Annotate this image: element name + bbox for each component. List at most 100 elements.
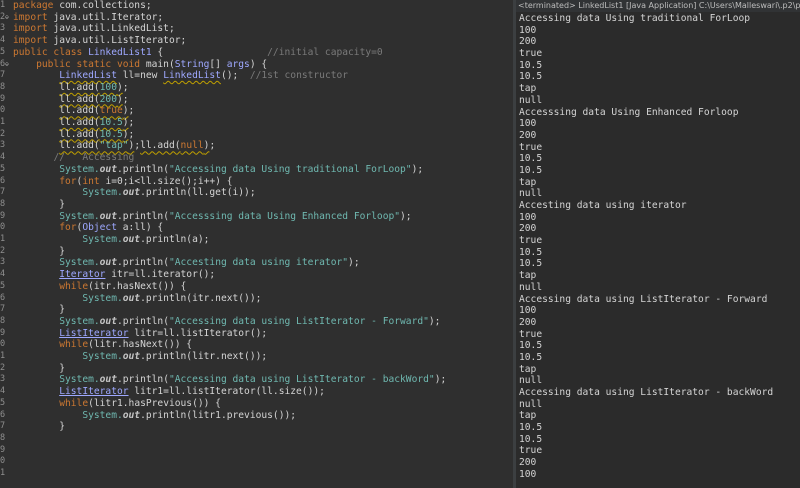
code-line[interactable]: import java.util.LinkedList; xyxy=(13,23,175,35)
code-token: System. xyxy=(82,292,123,304)
console-view[interactable]: <terminated> LinkedList1 [Java Applicati… xyxy=(516,0,800,488)
code-line[interactable]: ll.add(200); xyxy=(13,94,128,106)
line-number-text: 4 xyxy=(0,269,6,280)
code-line[interactable]: // Accessing xyxy=(13,152,134,164)
code-token: true xyxy=(99,105,123,117)
line-number: 7 xyxy=(0,421,12,433)
code-line[interactable]: LinkedList ll=new LinkedList(); //1st co… xyxy=(13,70,348,82)
line-number: 6 xyxy=(0,176,12,188)
code-token: public class xyxy=(13,46,89,58)
console-line: 10.5 xyxy=(519,164,543,176)
code-line[interactable]: System.out.println("Accesting data using… xyxy=(13,257,360,269)
code-line[interactable]: ll.add("tap");ll.add(null); xyxy=(13,140,215,152)
code-token: "tap" xyxy=(99,140,129,152)
fold-collapse-icon[interactable]: ⊖ xyxy=(5,14,9,21)
line-number-text: 0 xyxy=(0,339,6,350)
line-number: 8 xyxy=(0,316,12,328)
code-token: out xyxy=(99,163,117,175)
code-line[interactable]: System.out.println("Accesssing data Usin… xyxy=(13,210,411,223)
code-line[interactable]: ListIterator litr1=ll.listIterator(ll.si… xyxy=(13,386,325,398)
line-number: 3 xyxy=(0,23,12,35)
code-line[interactable]: while(itr.hasNext()) { xyxy=(13,281,186,293)
code-token: println(ll.get(i)); xyxy=(145,187,256,199)
code-line[interactable]: System.out.println(litr.next()); xyxy=(13,351,267,363)
code-token: out xyxy=(99,210,117,222)
code-token: } xyxy=(13,198,65,210)
line-number: 5 xyxy=(0,47,12,59)
code-line[interactable]: for(int i=0;i<ll.size();i++) { xyxy=(13,175,232,188)
code-line[interactable]: } xyxy=(13,421,65,433)
code-token: System. xyxy=(82,351,123,362)
code-line[interactable]: for(Object a:ll) { xyxy=(13,222,163,234)
code-token: //initial capacity=0 xyxy=(267,46,383,58)
code-token: println( xyxy=(122,374,169,386)
code-line[interactable]: System.out.println(itr.next()); xyxy=(13,293,261,305)
fold-collapse-icon[interactable]: ⊖ xyxy=(5,61,9,68)
code-line[interactable]: import java.util.ListIterator; xyxy=(13,35,186,47)
code-token: litr=ll.listIterator(); xyxy=(128,327,268,339)
code-token: ll=new xyxy=(116,70,164,82)
code-line[interactable]: } xyxy=(13,304,65,316)
line-number: 9 xyxy=(0,328,12,340)
line-number: 0 xyxy=(0,339,12,351)
code-token: "Accessing data Using traditional ForLoo… xyxy=(168,163,412,175)
code-line[interactable]: System.out.println("Accessing data using… xyxy=(13,316,440,328)
code-token: ); xyxy=(428,315,441,327)
code-line[interactable]: package com.collections; xyxy=(13,0,152,12)
code-token: (litr.hasNext()) { xyxy=(88,339,193,351)
code-line[interactable]: ll.add(10.5); xyxy=(13,129,134,141)
code-token: ll.add( xyxy=(59,128,100,140)
line-number: 6 xyxy=(0,293,12,305)
code-line[interactable]: System.out.println("Accessing data Using… xyxy=(13,164,423,176)
code-line[interactable]: ll.add(true); xyxy=(13,105,134,117)
console-line: 100 xyxy=(519,211,537,223)
console-output[interactable]: Accessing data Using traditional ForLoop… xyxy=(519,13,800,481)
code-token: for xyxy=(59,175,77,187)
code-editor[interactable]: 1 2⊖ 3 4 5 6⊖ 7 8 9 0 1 2 3 4 5 6 7 8 9 0 1 2 3 4 5 6 7 8 9 0 1 2 3 4 5 6 7 8… xyxy=(0,0,513,488)
line-number-gutter: 1 2⊖ 3 4 5 6⊖ 7 8 9 0 1 2 3 4 5 6 7 8 9 0 1 2 3 4 5 6 7 8 9 0 1 2 3 4 5 6 7 8… xyxy=(0,0,12,488)
line-number: 8 xyxy=(0,82,12,94)
code-line[interactable]: ll.add(100); xyxy=(13,82,128,94)
code-line[interactable]: public class LinkedList1 { //initial cap… xyxy=(13,47,383,59)
code-line[interactable]: while(litr1.hasPrevious()) { xyxy=(13,398,221,410)
line-number: 6 xyxy=(0,410,12,422)
line-number: 9 xyxy=(0,94,12,106)
code-line[interactable]: ll.add(10.5); xyxy=(13,117,134,129)
code-line[interactable]: } xyxy=(13,363,65,375)
code-line[interactable]: ListIterator litr=ll.listIterator(); xyxy=(13,328,267,340)
console-line: Accessing data using ListIterator - back… xyxy=(519,387,774,398)
code-line[interactable]: public static void main(String[] args) { xyxy=(13,59,267,71)
code-line[interactable]: Iterator itr=ll.iterator(); xyxy=(13,269,215,281)
code-line[interactable]: System.out.println(ll.get(i)); xyxy=(13,187,256,199)
code-token: ); xyxy=(348,257,360,269)
code-token: Object xyxy=(82,222,123,234)
code-token: } xyxy=(13,362,65,374)
line-number: 2 xyxy=(0,129,12,141)
code-line[interactable]: System.out.println(litr1.previous()); xyxy=(13,410,296,422)
code-line[interactable]: } xyxy=(13,246,65,258)
code-token: System. xyxy=(82,409,123,421)
line-number: 1 xyxy=(0,351,12,363)
line-number-text: 8 xyxy=(0,198,6,209)
code-token: ll.add( xyxy=(59,105,100,117)
line-number-text: 9 xyxy=(0,93,6,104)
code-token: { xyxy=(157,46,268,58)
code-line[interactable]: System.out.println(a); xyxy=(13,234,209,246)
line-number: 4 xyxy=(0,152,12,164)
code-line[interactable]: while(litr.hasNext()) { xyxy=(13,339,192,351)
code-token: ); xyxy=(434,374,447,386)
code-line[interactable]: import java.util.Iterator; xyxy=(13,12,163,24)
code-line[interactable]: System.out.println("Accessing data using… xyxy=(13,374,446,386)
code-line[interactable]: } xyxy=(13,199,65,211)
console-line: true xyxy=(519,445,543,457)
